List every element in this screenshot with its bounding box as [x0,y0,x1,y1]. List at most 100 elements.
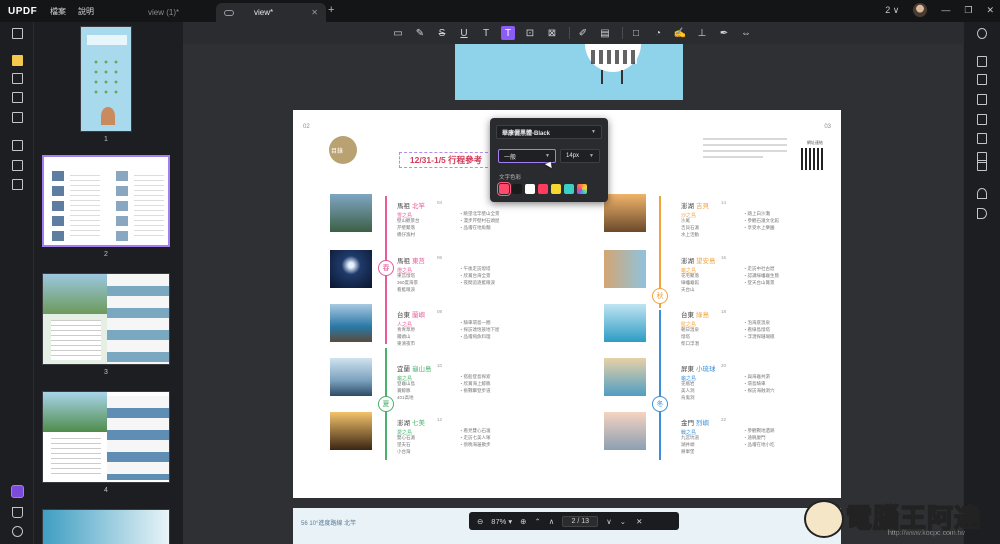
add-tab-icon[interactable]: + [328,4,334,16]
next-page-header: 56 10°進度路線 北竿 [301,521,357,527]
thumbnail-page-1[interactable]: 1 [42,26,170,143]
next-page-icon[interactable]: ∨ [606,517,612,526]
entry-notes: ・泡海底溫泉 ・看綠島燈塔 ・浮潛探珊瑚礁 [743,320,775,339]
thumbnail-page-2[interactable]: 2 [42,155,170,258]
entry-region: 澎湖 [681,258,694,265]
menu-file[interactable]: 檔案 [50,6,66,17]
entry-page-code: 06 [437,255,443,260]
edit-icon[interactable] [12,73,23,84]
restore-icon[interactable]: ❐ [964,5,972,16]
last-page-icon[interactable]: ⌄ [620,517,626,526]
zoom-in-icon[interactable]: ⊕ [520,517,526,526]
close-zoombar-icon[interactable]: ✕ [636,517,642,526]
entry-place: 北竿 [412,203,425,210]
search-icon[interactable] [977,28,987,39]
organize-icon[interactable] [12,140,23,151]
entry-region: 馬祖 [397,203,410,210]
schedule-title-textbox[interactable]: 12/31-1/5 行程參考 [399,152,493,168]
entry-notes: ・午後走訪燈塔 ・欣賞台海全景 ・夜間追逐藍眼淚 [459,266,495,285]
page-count-value: 2 [885,4,891,15]
schedule-title: 12/31-1/5 行程參考 [409,155,483,165]
color-swatch-black[interactable] [512,184,522,194]
thumbnail-page-5[interactable] [42,509,170,544]
protect-icon[interactable] [12,112,23,123]
comment-icon[interactable]: ▭ [391,26,405,40]
tab-view[interactable]: view* ✕ [216,3,326,22]
layers-icon[interactable] [12,179,23,190]
eraser-icon[interactable]: ▤ [598,26,612,40]
bookmark-icon[interactable] [12,507,23,518]
page-input[interactable]: 2 / 13 [562,515,599,527]
sticker-icon[interactable]: ◔ [651,26,665,40]
thumbnail-page-3[interactable]: 3 [42,273,170,376]
season-summer: 夏 [378,396,394,412]
shape-icon[interactable]: □ [629,26,643,40]
font-size-select[interactable]: 14px ▼ [560,149,600,163]
text-callout-icon[interactable]: ⊠ [545,26,559,40]
underline-icon[interactable]: U [457,26,471,40]
close-window-icon[interactable]: ✕ [986,5,994,16]
page-count-badge[interactable]: 2 ∨ [885,5,899,16]
intro-text-line [703,144,787,146]
entry-region: 宜蘭 [397,366,410,373]
prev-page-icon[interactable]: ∧ [549,517,555,526]
zoom-out-icon[interactable]: ⊖ [477,517,483,526]
highlight-icon[interactable]: ✎ [413,26,427,40]
redo-icon[interactable] [977,208,987,219]
pencil-icon[interactable]: ✐ [576,26,590,40]
thumbnail-image [42,155,170,247]
color-swatch-yellow[interactable] [551,184,561,194]
close-tab-icon[interactable]: ✕ [311,8,318,17]
measure-icon[interactable]: ⇔ [739,26,753,40]
color-swatch-white[interactable] [525,184,535,194]
attachment-icon[interactable] [12,526,23,537]
strikethrough-icon[interactable]: S [435,26,449,40]
text-comment-icon[interactable]: T [501,26,515,40]
color-swatch-pink[interactable] [538,184,548,194]
reader-icon[interactable] [12,28,23,39]
crop-icon[interactable] [12,160,23,171]
ai-assistant-icon[interactable] [11,485,24,498]
first-page-icon[interactable]: ⌃ [534,517,540,526]
color-swatches [497,182,587,196]
entry-spots: 雙心石滬 望夫石 小台灣 [397,435,415,454]
link-icon [224,9,234,16]
color-swatch-teal[interactable] [564,184,574,194]
share-icon[interactable] [977,133,987,144]
entry-page-code: 10 [437,363,443,368]
signature-icon[interactable]: ✍ [673,26,687,40]
font-family-select[interactable]: 華康儷黑體-Black ▼ [496,125,602,139]
ocr-icon[interactable] [977,56,987,67]
avatar[interactable] [913,3,928,17]
page-number-left: 02 [303,124,310,130]
form-icon[interactable] [12,92,23,103]
undo-icon[interactable] [977,188,987,199]
comment-icon[interactable] [12,55,23,66]
text-box-icon[interactable]: ⊡ [523,26,537,40]
squiggly-icon[interactable]: T [479,26,493,40]
minimize-icon[interactable]: — [941,5,950,15]
stamp-icon[interactable]: ⊥ [695,26,709,40]
menu-help[interactable]: 說明 [78,6,94,17]
entry-spots: 花宅聚落 綠蠵龜館 天台山 [681,273,699,292]
convert-icon[interactable] [977,74,987,85]
thumbnail-page-4[interactable]: 4 [42,391,170,494]
batch-icon[interactable] [977,94,987,105]
entry-spots: 東莒燈塔 360度海景 看藍眼淚 [397,273,419,292]
color-picker-icon[interactable] [577,184,587,194]
thumbnail-image [42,509,170,544]
zoom-level[interactable]: 87% ▾ [491,517,512,526]
pen-icon[interactable]: ✒ [717,26,731,40]
protect-icon[interactable] [977,114,987,125]
tab-view-1[interactable]: view (1)* [140,3,212,22]
entry-notes: ・搭船登島探索 ・欣賞海上鯨豚 ・挑戰攀登步道 [459,374,491,393]
entry-region: 馬祖 [397,258,410,265]
entry-spots: 沙尾 吉貝石滬 水上活動 [681,218,699,237]
save-icon[interactable] [977,160,987,171]
entry-page-code: 08 [437,309,443,314]
color-swatch-red[interactable] [497,182,511,196]
font-size-value: 14px [566,153,580,159]
entry-title: 台東 綠島 [681,309,831,319]
entry-region: 澎湖 [681,203,694,210]
qr-label: 網址連結 [807,140,823,145]
